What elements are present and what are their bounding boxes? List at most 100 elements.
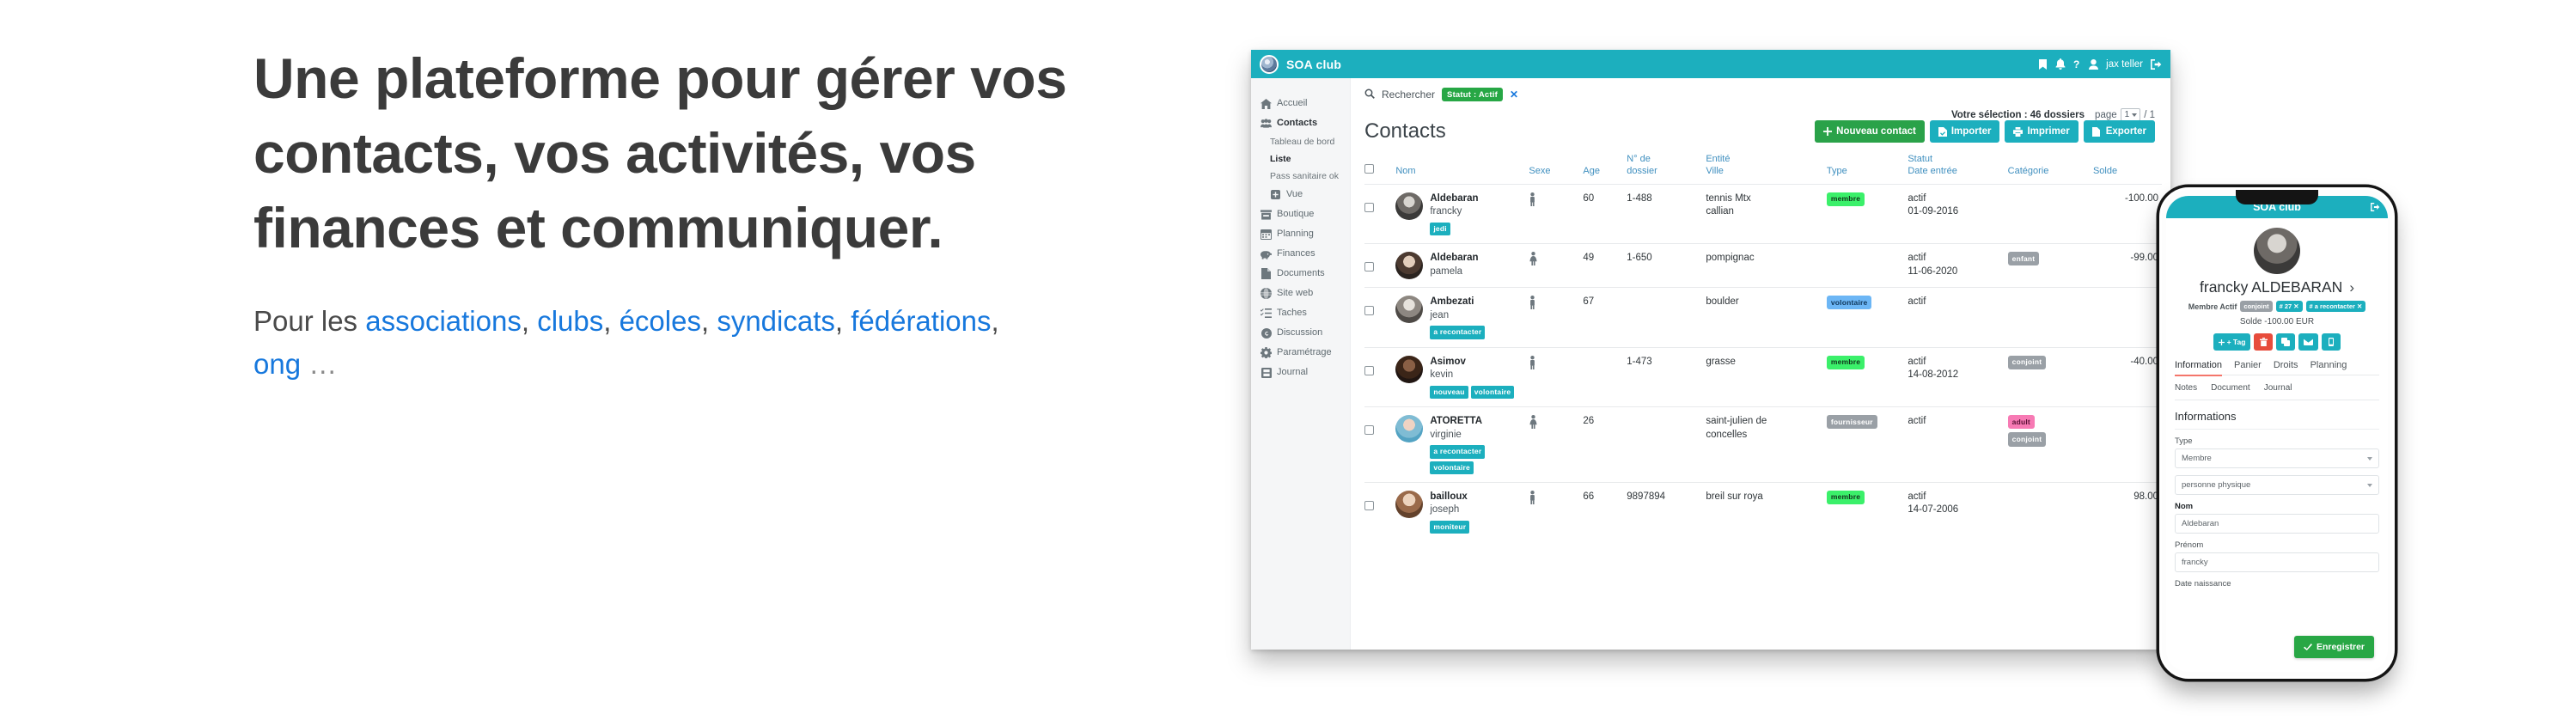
delete-button[interactable]	[2254, 333, 2274, 351]
cell-nom[interactable]: bailloux joseph moniteur	[1395, 481, 1529, 542]
sidebar-item-vue[interactable]: Vue	[1259, 185, 1350, 204]
sidebar-item-pass-sanitaire[interactable]: Pass sanitaire ok	[1259, 168, 1350, 185]
row-checkbox[interactable]	[1364, 500, 1374, 510]
sidebar-item-boutique[interactable]: Boutique	[1259, 204, 1350, 224]
row-tag[interactable]: volontaire	[1470, 385, 1515, 399]
exporter-button[interactable]: Exporter	[2083, 120, 2155, 143]
link-ecoles[interactable]: écoles	[620, 305, 701, 337]
row-tag[interactable]: moniteur	[1430, 521, 1470, 534]
tab-document[interactable]: Document	[2211, 383, 2250, 393]
header-sexe[interactable]: Sexe	[1529, 154, 1583, 184]
row-select-cell[interactable]	[1364, 287, 1396, 347]
link-federations[interactable]: fédérations	[851, 305, 991, 337]
enregistrer-button[interactable]: Enregistrer	[2293, 636, 2374, 658]
filter-chip-statut[interactable]: Statut : Actif	[1442, 88, 1503, 101]
header-nom[interactable]: Nom	[1395, 154, 1529, 184]
type-select[interactable]: Membre	[2175, 448, 2379, 468]
badge-tag-a-recontacter[interactable]: # a recontacter ✕	[2305, 301, 2366, 312]
row-tag[interactable]: a recontacter	[1430, 445, 1486, 459]
email-button[interactable]	[2298, 333, 2319, 351]
header-select-all[interactable]	[1364, 154, 1395, 184]
sidebar-item-accueil[interactable]: Accueil	[1259, 94, 1350, 113]
header-categorie[interactable]: Catégorie	[2008, 154, 2093, 184]
remove-filter-icon[interactable]: ✕	[1510, 88, 1518, 101]
row-tag[interactable]: volontaire	[1430, 461, 1474, 474]
cell-nom[interactable]: Ambezati jean a recontacter	[1395, 287, 1529, 347]
row-checkbox[interactable]	[1364, 202, 1374, 212]
table-row[interactable]: Ambezati jean a recontacter 67 boulder volont…	[1364, 287, 2162, 347]
search-label[interactable]: Rechercher	[1382, 88, 1435, 101]
row-checkbox[interactable]	[1364, 365, 1374, 375]
logout-icon[interactable]	[2151, 58, 2162, 70]
importer-button[interactable]: Importer	[1929, 120, 2000, 143]
link-associations[interactable]: associations	[365, 305, 522, 337]
user-icon[interactable]	[2089, 58, 2099, 70]
search-icon[interactable]	[1364, 88, 1375, 101]
header-statut-date[interactable]: Statut Date entrée	[1908, 154, 2007, 184]
prenom-input[interactable]: francky	[2175, 552, 2379, 572]
row-tag[interactable]: a recontacter	[1430, 326, 1486, 339]
row-checkbox[interactable]	[1364, 262, 1374, 272]
sidebar-item-tableau-de-bord[interactable]: Tableau de bord	[1259, 133, 1350, 150]
row-select-cell[interactable]	[1364, 406, 1396, 483]
cell-nom[interactable]: Aldebaran francky jedi	[1395, 183, 1529, 244]
row-tag[interactable]: jedi	[1430, 222, 1450, 235]
row-select-cell[interactable]	[1364, 243, 1396, 288]
topbar-username[interactable]: jax teller	[2106, 59, 2143, 70]
sidebar-item-planning[interactable]: Planning	[1259, 224, 1350, 244]
page-select[interactable]: 1	[2120, 108, 2141, 121]
sms-button[interactable]	[2322, 333, 2341, 351]
header-dossier[interactable]: N° de dossier	[1627, 154, 1706, 184]
sidebar-item-documents[interactable]: Documents	[1259, 264, 1350, 284]
sidebar-item-discussion[interactable]: Discussion	[1259, 323, 1350, 343]
nouveau-contact-button[interactable]: Nouveau contact	[1815, 120, 1925, 143]
duplicate-button[interactable]	[2276, 333, 2296, 351]
row-select-cell[interactable]	[1364, 346, 1396, 407]
row-select-cell[interactable]	[1364, 481, 1396, 542]
imprimer-button[interactable]: Imprimer	[2005, 120, 2079, 143]
tab-journal[interactable]: Journal	[2264, 383, 2292, 393]
table-row[interactable]: Aldebaran pamela 49 1-650 pompignac actif 11-0…	[1364, 243, 2162, 288]
table-row[interactable]: bailloux joseph moniteur 66 9897894 breil sur…	[1364, 481, 2162, 542]
help-icon[interactable]: ?	[2073, 58, 2081, 70]
personne-select[interactable]: personne physique	[2175, 475, 2379, 495]
cell-nom[interactable]: ATORETTA virginie a recontacter volontaire	[1395, 406, 1529, 483]
cell-nom[interactable]: Aldebaran pamela	[1395, 243, 1529, 288]
tab-notes[interactable]: Notes	[2175, 383, 2197, 393]
tab-panier[interactable]: Panier	[2234, 360, 2262, 370]
nom-input[interactable]: Aldebaran	[2175, 514, 2379, 534]
tab-droits[interactable]: Droits	[2274, 360, 2298, 370]
table-row[interactable]: Asimov kevin nouveau volontaire 1-473 grasse m…	[1364, 346, 2162, 407]
badge-tag-27[interactable]: # 27 ✕	[2275, 301, 2303, 312]
tab-planning[interactable]: Planning	[2310, 360, 2347, 370]
link-syndicats[interactable]: syndicats	[717, 305, 835, 337]
row-checkbox[interactable]	[1364, 425, 1374, 435]
table-row[interactable]: Aldebaran francky jedi 60 1-488 tennis Mtx cal…	[1364, 183, 2162, 244]
tab-information[interactable]: Information	[2175, 360, 2223, 376]
select-all-checkbox[interactable]	[1364, 163, 1374, 174]
sidebar-item-liste[interactable]: Liste	[1259, 150, 1350, 168]
chevron-right-icon[interactable]: ›	[2349, 279, 2354, 296]
header-entite-ville[interactable]: Entité Ville	[1706, 154, 1827, 184]
sidebar-item-finances[interactable]: Finances	[1259, 244, 1350, 264]
row-select-cell[interactable]	[1364, 183, 1396, 244]
bell-icon[interactable]	[2055, 58, 2066, 70]
cell-nom[interactable]: Asimov kevin nouveau volontaire	[1395, 346, 1529, 407]
link-ong[interactable]: ong	[253, 348, 301, 380]
logout-icon[interactable]	[2371, 203, 2380, 211]
header-age[interactable]: Age	[1583, 154, 1627, 184]
sidebar-item-site-web[interactable]: Site web	[1259, 284, 1350, 303]
sidebar-item-parametrage[interactable]: Paramétrage	[1259, 343, 1350, 363]
row-tag[interactable]: nouveau	[1430, 385, 1468, 399]
sidebar-item-journal[interactable]: Journal	[1259, 363, 1350, 382]
badge-conjoint[interactable]: conjoint	[2240, 301, 2273, 312]
add-tag-button[interactable]: + Tag	[2213, 333, 2251, 351]
header-solde[interactable]: Solde	[2093, 154, 2162, 184]
table-row[interactable]: ATORETTA virginie a recontacter volontaire 2…	[1364, 406, 2162, 483]
header-type[interactable]: Type	[1827, 154, 1908, 184]
link-clubs[interactable]: clubs	[537, 305, 603, 337]
sidebar-item-contacts[interactable]: Contacts	[1259, 113, 1350, 133]
sidebar-item-taches[interactable]: Taches	[1259, 303, 1350, 323]
row-checkbox[interactable]	[1364, 306, 1374, 315]
bookmark-icon[interactable]	[2038, 58, 2048, 70]
